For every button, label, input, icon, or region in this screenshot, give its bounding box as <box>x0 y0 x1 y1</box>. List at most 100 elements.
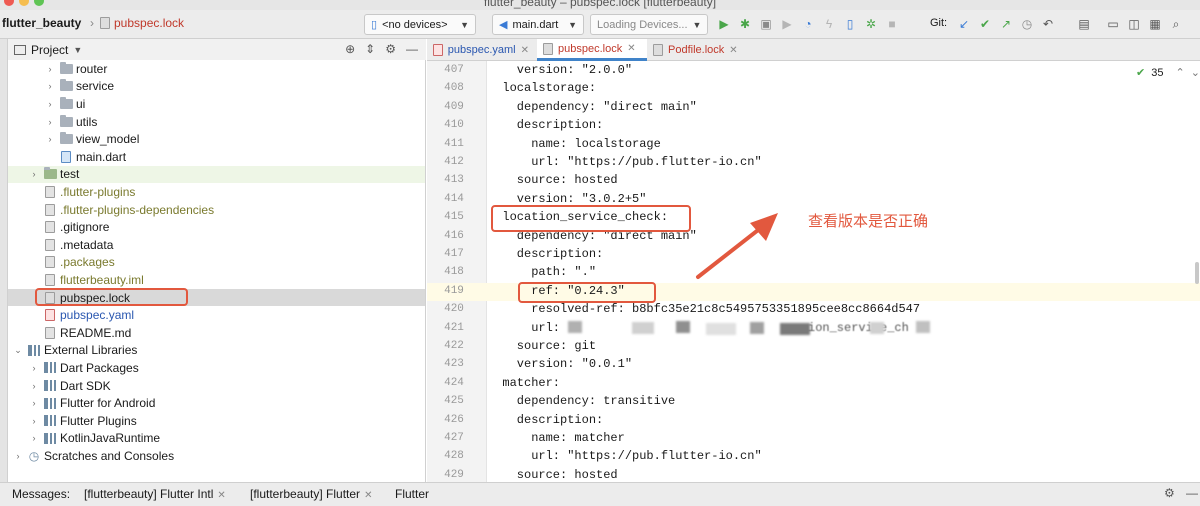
chevron-right-icon[interactable]: › <box>44 64 56 74</box>
tree-item[interactable]: › Flutter Plugins <box>8 412 425 430</box>
code-line[interactable]: name: localstorage <box>488 137 661 151</box>
editor-tab[interactable]: pubspec.yaml ✕ <box>427 39 535 61</box>
close-icon[interactable]: ✕ <box>364 490 372 501</box>
code-line[interactable]: version: "0.0.1" <box>488 357 632 371</box>
gear-icon[interactable]: ⚙ <box>385 42 396 56</box>
update-project-icon[interactable]: ↙ <box>956 16 972 32</box>
commit-icon[interactable]: ✔ <box>977 16 993 32</box>
chevron-right-icon[interactable]: › <box>28 398 40 408</box>
attach-debugger-icon[interactable]: ▯ <box>842 16 858 32</box>
tree-item[interactable]: .flutter-plugins <box>8 183 425 201</box>
terminal-icon[interactable]: ▭ <box>1105 16 1121 32</box>
chevron-right-icon[interactable]: › <box>44 81 56 91</box>
chevron-right-icon[interactable]: › <box>12 451 24 461</box>
messages-tab[interactable]: Flutter <box>395 487 429 501</box>
messages-tab[interactable]: [flutterbeauty] Flutter Intl ✕ <box>84 487 226 501</box>
tree-item[interactable]: › Dart SDK <box>8 377 425 395</box>
code-line[interactable]: url: "https://pub.flutter-io.cn" <box>488 449 761 463</box>
close-icon[interactable]: ✕ <box>729 45 737 56</box>
tree-item[interactable]: pubspec.lock <box>8 288 425 307</box>
chevron-right-icon[interactable]: › <box>28 363 40 373</box>
code-line[interactable]: ref: "0.24.3" <box>488 284 625 298</box>
code-line[interactable]: location_service_check: <box>488 210 668 224</box>
tree-item[interactable]: › view_model <box>8 130 425 148</box>
search-icon[interactable]: ⌕ <box>1168 16 1184 32</box>
push-icon[interactable]: ↗ <box>998 16 1014 32</box>
code-line[interactable]: version: "2.0.0" <box>488 63 632 77</box>
chevron-right-icon[interactable]: › <box>44 134 56 144</box>
tree-item[interactable]: .metadata <box>8 236 425 254</box>
project-view-select[interactable]: Project ▼ <box>14 43 82 57</box>
code-line[interactable]: dependency: "direct main" <box>488 100 697 114</box>
tree-item[interactable]: main.dart <box>8 148 425 166</box>
chevron-right-icon[interactable]: › <box>28 433 40 443</box>
messages-tab[interactable]: [flutterbeauty] Flutter ✕ <box>250 487 372 501</box>
code-line[interactable]: localstorage: <box>488 81 596 95</box>
chevron-right-icon[interactable]: › <box>28 169 40 179</box>
performance-icon[interactable]: ◔ <box>800 16 816 32</box>
bug-icon[interactable]: ✲ <box>863 16 879 32</box>
tree-item[interactable]: ⌄ External Libraries <box>8 342 425 360</box>
tree-item[interactable]: flutterbeauty.iml <box>8 271 425 289</box>
chevron-right-icon[interactable]: › <box>44 117 56 127</box>
code-line[interactable]: name: matcher <box>488 431 625 445</box>
run-config-select[interactable]: ◀ main.dart ▼ <box>492 14 584 35</box>
tree-item[interactable]: .gitignore <box>8 218 425 236</box>
code-line[interactable]: description: <box>488 247 603 261</box>
history-icon[interactable]: ◷ <box>1019 16 1035 32</box>
chevron-right-icon[interactable]: › <box>28 381 40 391</box>
chevron-right-icon[interactable]: › <box>44 99 56 109</box>
code-line[interactable]: url: <box>488 321 567 335</box>
code-line[interactable]: resolved-ref: b8bfc35e21c8c5495753351895… <box>488 302 920 316</box>
tree-item[interactable]: › utils <box>8 113 425 131</box>
gear-icon[interactable]: ⚙ <box>1164 486 1175 500</box>
locate-icon[interactable]: ⊕ <box>345 42 355 56</box>
device-select[interactable]: ▯ <no devices> ▼ <box>364 14 476 35</box>
stop-icon[interactable]: ■ <box>884 16 900 32</box>
code-line[interactable]: path: "." <box>488 265 596 279</box>
close-icon[interactable]: ✕ <box>217 490 225 501</box>
code-line[interactable]: source: hosted <box>488 468 618 482</box>
tree-item[interactable]: .packages <box>8 254 425 272</box>
hide-icon[interactable]: — <box>1186 486 1198 500</box>
editor-tab[interactable]: Podfile.lock ✕ <box>647 39 749 61</box>
code-line[interactable]: matcher: <box>488 376 560 390</box>
code-line[interactable]: description: <box>488 413 603 427</box>
code-line[interactable]: url: "https://pub.flutter-io.cn" <box>488 155 761 169</box>
tree-item[interactable]: README.md <box>8 324 425 342</box>
code-line[interactable]: dependency: transitive <box>488 394 675 408</box>
code-line[interactable]: version: "3.0.2+5" <box>488 192 647 206</box>
collapse-all-icon[interactable]: ⇕ <box>365 42 375 56</box>
tree-item[interactable]: pubspec.yaml <box>8 306 425 324</box>
tree-item[interactable]: › ◷ Scratches and Consoles <box>8 447 425 465</box>
chevron-down-icon[interactable]: ⌄ <box>12 345 24 356</box>
inspection-indicator[interactable]: ✔ 35 ⌃ ⌄ <box>1136 66 1200 80</box>
hot-reload-icon[interactable]: ϟ <box>821 16 837 32</box>
close-icon[interactable]: ✕ <box>521 45 529 56</box>
breadcrumb-file[interactable]: › pubspec.lock <box>90 16 184 30</box>
code-line[interactable]: description: <box>488 118 603 132</box>
tree-item[interactable]: › ui <box>8 95 425 113</box>
tree-item[interactable]: › service <box>8 78 425 96</box>
sdk-manager-icon[interactable]: ▦ <box>1147 16 1163 32</box>
tree-item[interactable]: .flutter-plugins-dependencies <box>8 201 425 219</box>
hide-icon[interactable]: — <box>406 42 418 56</box>
debug-icon[interactable]: ✱ <box>737 16 753 32</box>
tree-item[interactable]: › KotlinJavaRuntime <box>8 430 425 448</box>
rollback-icon[interactable]: ↶ <box>1040 16 1056 32</box>
chevron-right-icon[interactable]: › <box>28 416 40 426</box>
tree-item[interactable]: › Dart Packages <box>8 359 425 377</box>
editor-scrollbar[interactable] <box>1195 262 1199 284</box>
tree-item[interactable]: › router <box>8 60 425 78</box>
editor-tab[interactable]: pubspec.lock ✕ <box>537 39 647 61</box>
tree-item[interactable]: › test <box>8 165 425 184</box>
close-icon[interactable]: ✕ <box>627 43 635 54</box>
coverage-icon[interactable]: ▣ <box>758 16 774 32</box>
chevron-down-icon[interactable]: ⌄ <box>1191 66 1200 79</box>
profile-icon[interactable]: ▶ <box>779 16 795 32</box>
code-line[interactable]: source: hosted <box>488 173 618 187</box>
chevron-up-icon[interactable]: ⌃ <box>1175 66 1184 79</box>
loading-devices-select[interactable]: Loading Devices... ▼ <box>590 14 708 35</box>
code-line[interactable]: source: git <box>488 339 596 353</box>
breadcrumb-project[interactable]: flutter_beauty <box>2 16 81 30</box>
